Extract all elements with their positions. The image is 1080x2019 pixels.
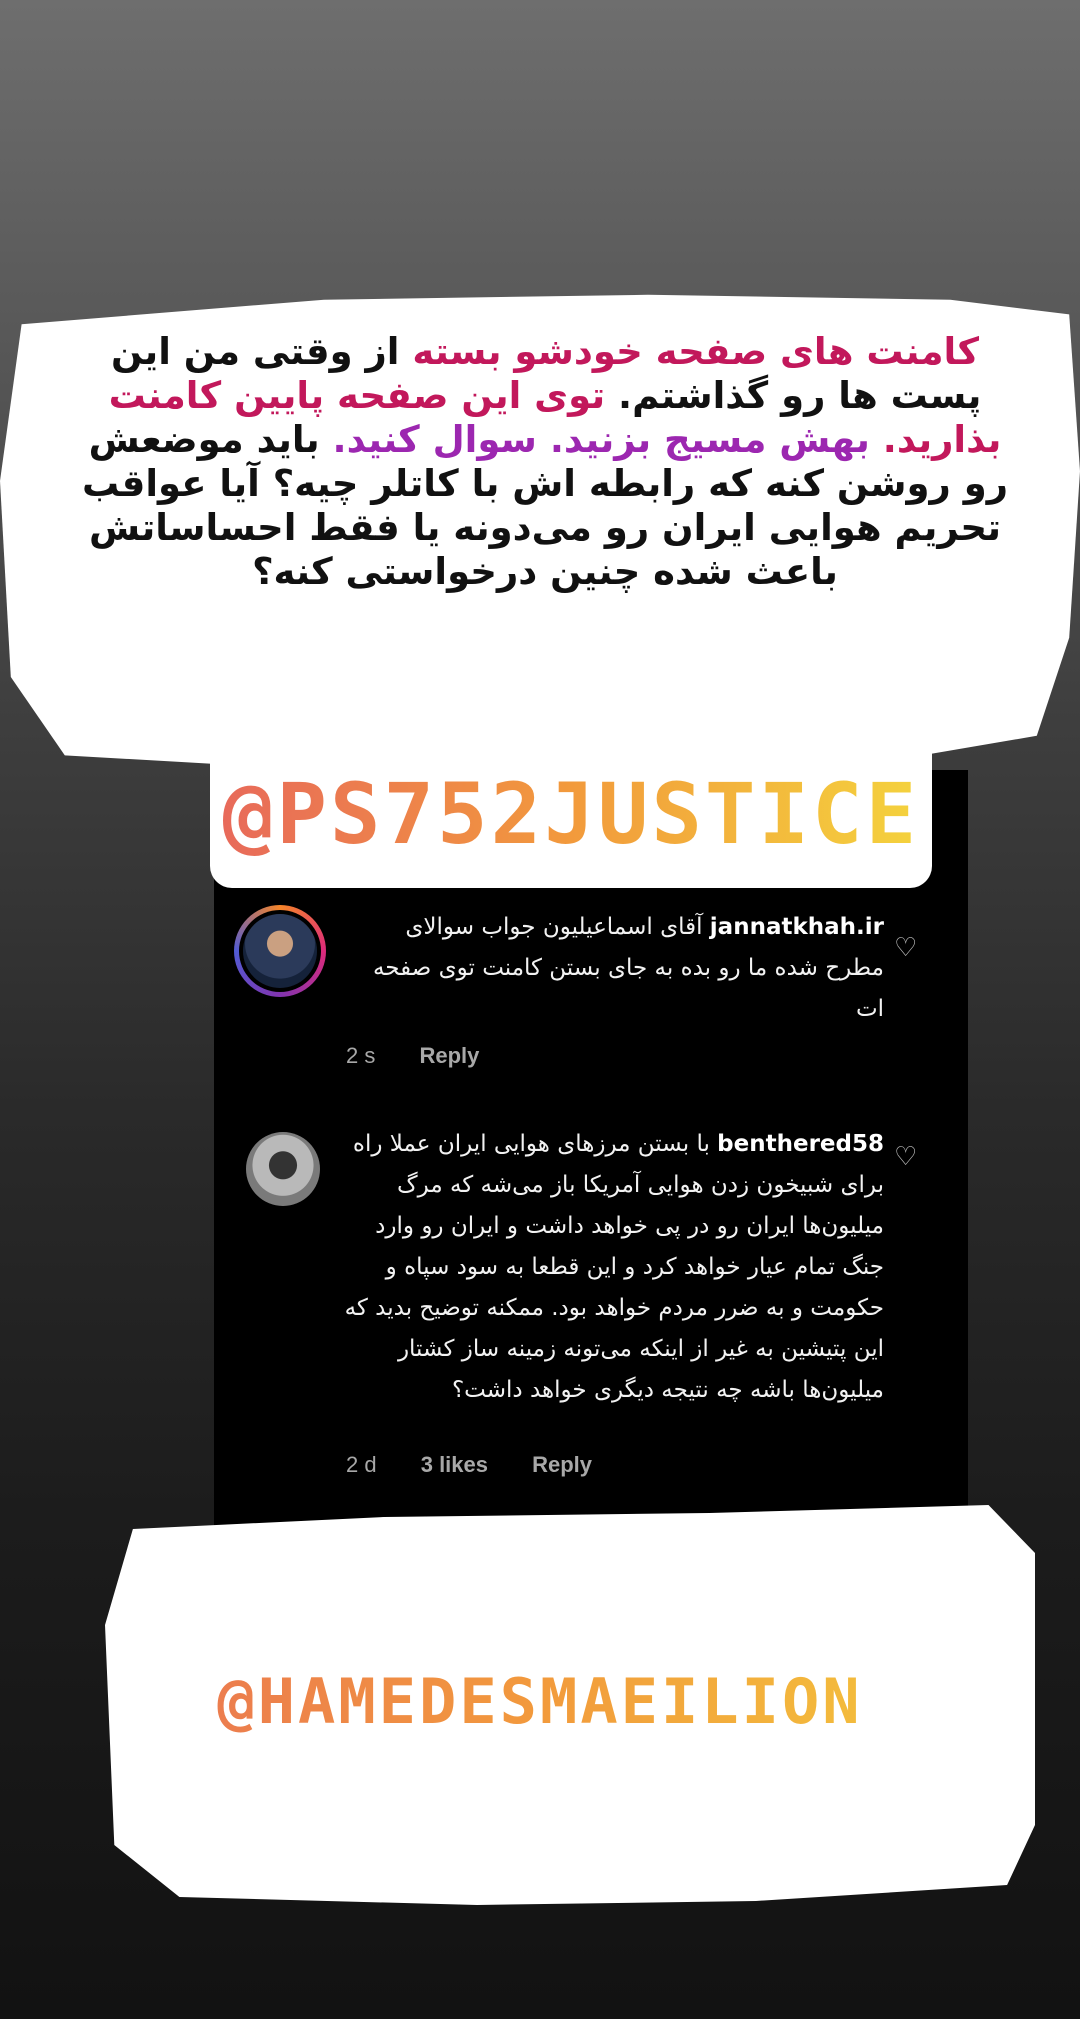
- avatar[interactable]: [246, 1132, 320, 1206]
- mention-sticker-top[interactable]: @PS752JUSTICE: [210, 740, 932, 888]
- comment-meta: 2 s Reply: [346, 1043, 479, 1069]
- reply-button[interactable]: Reply: [532, 1452, 592, 1477]
- comment-text: با بستن مرزهای هوایی ایران عملا راه برای…: [344, 1131, 884, 1403]
- mention-text: @PS752JUSTICE: [222, 765, 920, 863]
- comment-body: jannatkhah.ir آقای اسماعیلیون جواب سوالا…: [344, 907, 884, 1030]
- comment-body: benthered58 با بستن مرزهای هوایی ایران ع…: [344, 1124, 884, 1411]
- comment-meta: 2 d 3 likes Reply: [346, 1452, 592, 1478]
- likes-count[interactable]: 3 likes: [421, 1452, 488, 1477]
- heart-outline-icon[interactable]: ♡: [894, 935, 920, 961]
- reply-button[interactable]: Reply: [419, 1043, 479, 1068]
- avatar[interactable]: [234, 905, 326, 997]
- heart-outline-icon[interactable]: ♡: [894, 1144, 920, 1170]
- comment-time: 2 d: [346, 1452, 377, 1477]
- comment-time: 2 s: [346, 1043, 376, 1068]
- comment-item: benthered58 با بستن مرزهای هوایی ایران ع…: [214, 1122, 968, 1492]
- story-text-highlight: کامنت های صفحه خودشو بسته: [412, 330, 979, 373]
- mention-sticker-bottom[interactable]: @HAMEDESMAEILION: [0, 1665, 1080, 1738]
- story-text: کامنت های صفحه خودشو بسته از وقتی من این…: [81, 330, 1009, 593]
- comment-item: jannatkhah.ir آقای اسماعیلیون جواب سوالا…: [214, 895, 968, 1085]
- comment-username[interactable]: jannatkhah.ir: [710, 914, 884, 940]
- comment-username[interactable]: benthered58: [717, 1131, 884, 1157]
